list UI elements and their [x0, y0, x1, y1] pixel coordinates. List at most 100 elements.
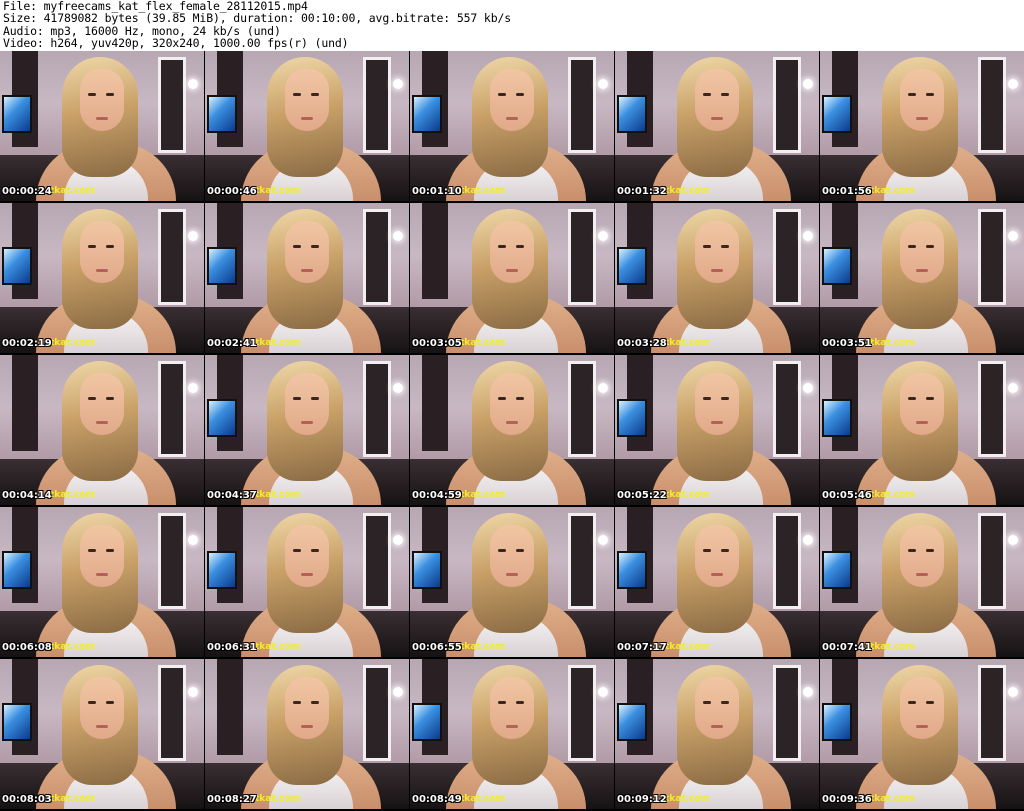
- scene-lamp: [598, 535, 608, 545]
- video-thumbnail[interactable]: tkat.com 00:03:05: [410, 203, 614, 353]
- scene-monitor: [2, 247, 32, 285]
- video-thumbnail[interactable]: tkat.com 00:08:27: [205, 659, 409, 809]
- video-thumbnail[interactable]: tkat.com 00:05:46: [820, 355, 1024, 505]
- scene-face: [900, 525, 944, 587]
- watermark-text: tkat.com: [665, 186, 710, 196]
- watermark-text: tkat.com: [665, 794, 710, 804]
- video-thumbnail[interactable]: tkat.com 00:06:08: [0, 507, 204, 657]
- video-thumbnail[interactable]: tkat.com 00:06:31: [205, 507, 409, 657]
- thumbnail-frame-image: [0, 51, 204, 201]
- watermark-text: tkat.com: [255, 794, 300, 804]
- watermark-text: tkat.com: [460, 338, 505, 348]
- scene-monitor: [2, 551, 32, 589]
- video-thumbnail[interactable]: tkat.com 00:07:17: [615, 507, 819, 657]
- video-thumbnail[interactable]: tkat.com 00:02:19: [0, 203, 204, 353]
- thumbnail-grid: tkat.com 00:00:24 tkat.com 00:00:46 tkat.com…: [0, 51, 1024, 811]
- scene-eye1: [293, 701, 301, 704]
- thumbnail-timestamp: 00:06:08: [2, 642, 52, 653]
- scene-eye1: [498, 549, 506, 552]
- scene-frame-right: [158, 57, 186, 153]
- scene-frame-right: [773, 209, 801, 305]
- thumbnail-timestamp: 00:05:22: [617, 490, 667, 501]
- scene-face: [695, 525, 739, 587]
- video-thumbnail[interactable]: tkat.com 00:04:37: [205, 355, 409, 505]
- scene-lamp: [188, 231, 198, 241]
- scene-frame-right: [158, 665, 186, 761]
- video-thumbnail[interactable]: tkat.com 00:02:41: [205, 203, 409, 353]
- scene-frame-right: [978, 665, 1006, 761]
- scene-face: [695, 221, 739, 283]
- scene-frame-right: [773, 665, 801, 761]
- watermark-text: tkat.com: [50, 186, 95, 196]
- video-thumbnail[interactable]: tkat.com 00:03:51: [820, 203, 1024, 353]
- scene-face: [900, 373, 944, 435]
- scene-eye1: [88, 245, 96, 248]
- scene-lamp: [188, 79, 198, 89]
- thumbnail-timestamp: 00:06:55: [412, 642, 462, 653]
- thumbnail-timestamp: 00:03:28: [617, 338, 667, 349]
- thumbnail-frame-image: [615, 659, 819, 809]
- scene-lamp: [803, 535, 813, 545]
- video-thumbnail[interactable]: tkat.com 00:06:55: [410, 507, 614, 657]
- thumbnail-frame-image: [0, 355, 204, 505]
- thumbnail-frame-image: [410, 659, 614, 809]
- thumbnail-frame-image: [205, 51, 409, 201]
- watermark-text: tkat.com: [255, 338, 300, 348]
- thumbnail-frame-image: [615, 355, 819, 505]
- video-thumbnail[interactable]: tkat.com 00:00:46: [205, 51, 409, 201]
- video-thumbnail[interactable]: tkat.com 00:09:36: [820, 659, 1024, 809]
- video-thumbnail[interactable]: tkat.com 00:01:10: [410, 51, 614, 201]
- video-thumbnail[interactable]: tkat.com 00:07:41: [820, 507, 1024, 657]
- scene-monitor: [207, 95, 237, 133]
- scene-lamp: [393, 231, 403, 241]
- scene-mouth: [96, 573, 108, 576]
- thumbnail-frame-image: [0, 507, 204, 657]
- scene-mouth: [506, 269, 518, 272]
- video-thumbnail[interactable]: tkat.com 00:08:49: [410, 659, 614, 809]
- video-thumbnail[interactable]: tkat.com 00:09:12: [615, 659, 819, 809]
- video-thumbnail[interactable]: tkat.com 00:03:28: [615, 203, 819, 353]
- scene-eye1: [908, 701, 916, 704]
- thumbnail-timestamp: 00:08:03: [2, 794, 52, 805]
- scene-frame-right: [978, 57, 1006, 153]
- scene-monitor: [617, 247, 647, 285]
- scene-eye2: [721, 701, 729, 704]
- watermark-text: tkat.com: [460, 794, 505, 804]
- scene-frame-right: [568, 665, 596, 761]
- thumbnail-frame-image: [820, 51, 1024, 201]
- watermark-text: tkat.com: [255, 186, 300, 196]
- scene-frame-right: [363, 361, 391, 457]
- thumbnail-frame-image: [205, 355, 409, 505]
- video-thumbnail[interactable]: tkat.com 00:05:22: [615, 355, 819, 505]
- scene-eye1: [703, 397, 711, 400]
- scene-eye1: [293, 93, 301, 96]
- scene-eye1: [498, 701, 506, 704]
- scene-mouth: [916, 573, 928, 576]
- thumbnail-frame-image: [615, 507, 819, 657]
- video-thumbnail[interactable]: tkat.com 00:01:32: [615, 51, 819, 201]
- watermark-text: tkat.com: [870, 338, 915, 348]
- contact-sheet: File: myfreecams_kat_flex_female_2811201…: [0, 0, 1024, 811]
- scene-monitor: [822, 247, 852, 285]
- video-thumbnail[interactable]: tkat.com 00:01:56: [820, 51, 1024, 201]
- video-thumbnail[interactable]: tkat.com 00:04:14: [0, 355, 204, 505]
- scene-monitor: [822, 703, 852, 741]
- scene-lamp: [188, 687, 198, 697]
- thumbnail-timestamp: 00:03:51: [822, 338, 872, 349]
- video-thumbnail[interactable]: tkat.com 00:08:03: [0, 659, 204, 809]
- scene-eye2: [516, 245, 524, 248]
- scene-monitor: [617, 95, 647, 133]
- scene-eye2: [926, 397, 934, 400]
- scene-face: [490, 677, 534, 739]
- thumbnail-timestamp: 00:08:49: [412, 794, 462, 805]
- scene-frame-right: [363, 513, 391, 609]
- watermark-text: tkat.com: [870, 490, 915, 500]
- watermark-text: tkat.com: [870, 642, 915, 652]
- scene-eye2: [721, 245, 729, 248]
- scene-monitor: [2, 95, 32, 133]
- video-thumbnail[interactable]: tkat.com 00:04:59: [410, 355, 614, 505]
- scene-lamp: [1008, 383, 1018, 393]
- video-thumbnail[interactable]: tkat.com 00:00:24: [0, 51, 204, 201]
- scene-eye1: [703, 549, 711, 552]
- scene-eye2: [106, 397, 114, 400]
